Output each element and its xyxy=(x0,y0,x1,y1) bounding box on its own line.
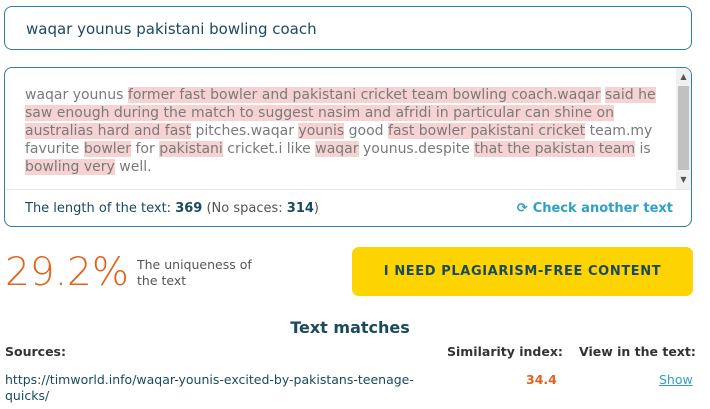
matched-text-fragment: pakistani xyxy=(159,141,223,157)
check-another-text-link[interactable]: ⟳ Check another text xyxy=(517,201,673,216)
view-column-header: View in the text: xyxy=(579,344,696,359)
unique-text-fragment: well. xyxy=(114,159,152,175)
matched-text-fragment: waqar xyxy=(315,141,359,157)
matched-text-fragment: bowling very xyxy=(25,159,115,175)
no-spaces-label: (No spaces: xyxy=(206,201,283,216)
search-title-box[interactable]: waqar younus pakistani bowling coach xyxy=(4,6,692,50)
scroll-down-icon[interactable]: ▼ xyxy=(678,173,689,187)
scroll-up-icon[interactable]: ▲ xyxy=(678,70,689,84)
plagiarism-free-content-button[interactable]: I NEED PLAGIARISM-FREE CONTENT xyxy=(352,247,693,296)
checked-text-card: waqar younus former fast bowler and paki… xyxy=(4,67,692,227)
unique-text-fragment: cricket.i like xyxy=(222,141,316,157)
check-another-text-label: Check another text xyxy=(532,201,673,216)
matched-text-fragment: younis xyxy=(298,123,345,139)
matched-text-fragment: bowler xyxy=(83,141,132,157)
matched-text-fragment: that the pakistan team xyxy=(474,141,636,157)
unique-text-fragment: younus.despite xyxy=(358,141,475,157)
card-divider xyxy=(5,189,691,190)
text-length-info: The length of the text: 369 (No spaces: … xyxy=(25,201,319,216)
similarity-column-header: Similarity index: xyxy=(447,344,563,359)
matched-text-fragment: former fast bowler and pakistani cricket… xyxy=(127,87,601,103)
vertical-scrollbar[interactable]: ▲ ▼ xyxy=(676,68,691,189)
text-matches-title: Text matches xyxy=(290,318,410,337)
source-url-link[interactable]: https://timworld.info/waqar-younis-excit… xyxy=(5,372,415,404)
unique-text-fragment: for xyxy=(131,141,160,157)
unique-text-fragment: waqar younus xyxy=(25,87,128,103)
no-spaces-close: ) xyxy=(313,201,319,216)
similarity-value: 34.4 xyxy=(526,372,557,387)
matched-text-fragment: fast bowler pakistani cricket xyxy=(388,123,586,139)
unique-text-fragment: pitches.waqar xyxy=(191,123,299,139)
uniqueness-percent: 29.2% xyxy=(5,250,129,295)
show-match-link[interactable]: Show xyxy=(659,372,693,387)
checked-text-area[interactable]: waqar younus former fast bowler and paki… xyxy=(25,86,661,176)
sources-column-header: Sources: xyxy=(5,344,66,359)
refresh-icon: ⟳ xyxy=(516,201,528,216)
search-title-text: waqar younus pakistani bowling coach xyxy=(26,20,317,38)
unique-text-fragment: is xyxy=(635,141,651,157)
length-label: The length of the text: xyxy=(25,201,172,216)
unique-text-fragment: good xyxy=(344,123,389,139)
uniqueness-label: The uniqueness of the text xyxy=(137,257,252,288)
scroll-thumb[interactable] xyxy=(678,86,689,170)
no-spaces-value: 314 xyxy=(286,201,314,216)
length-value: 369 xyxy=(175,201,203,216)
